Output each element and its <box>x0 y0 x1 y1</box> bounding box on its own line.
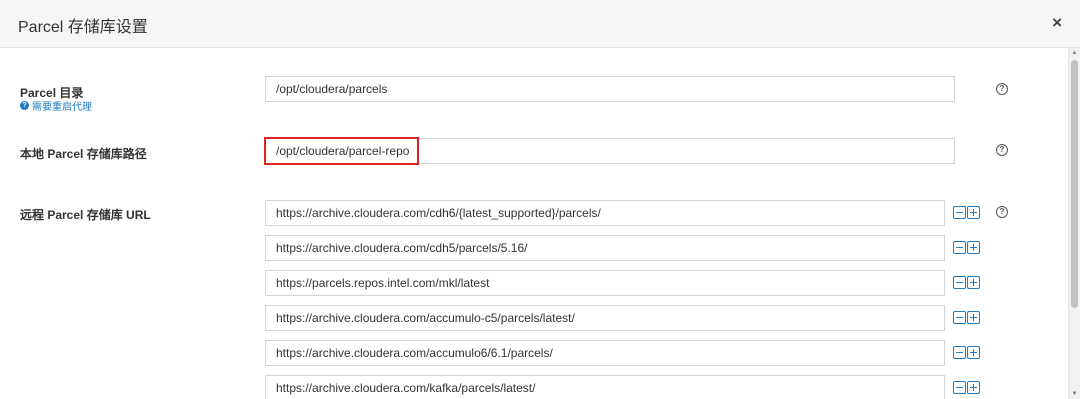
scroll-up-arrow-icon[interactable]: ▲ <box>1069 48 1080 58</box>
remove-url-icon[interactable] <box>953 241 966 254</box>
add-url-icon[interactable] <box>967 311 980 324</box>
close-icon[interactable]: × <box>1052 13 1062 33</box>
add-url-icon[interactable] <box>967 276 980 289</box>
url-row-controls <box>953 241 980 254</box>
restart-required-note[interactable]: ? 需要重启代理 <box>20 98 92 113</box>
parcel-repo-settings-dialog: Parcel 存储库设置 × Parcel 目录 ? 需要重启代理 /opt/c… <box>0 0 1080 399</box>
add-url-icon[interactable] <box>967 381 980 394</box>
vertical-scrollbar[interactable]: ▲ ▼ <box>1068 48 1080 399</box>
scrollbar-thumb[interactable] <box>1071 60 1078 308</box>
help-icon[interactable]: ? <box>996 83 1008 95</box>
remote-url-input[interactable]: https://parcels.repos.intel.com/mkl/late… <box>265 270 945 296</box>
url-row-controls <box>953 206 980 219</box>
local-repo-label: 本地 Parcel 存储库路径 <box>20 147 147 161</box>
remote-url-input[interactable]: https://archive.cloudera.com/cdh6/{lates… <box>265 200 945 226</box>
remote-url-input[interactable]: https://archive.cloudera.com/accumulo-c5… <box>265 305 945 331</box>
remove-url-icon[interactable] <box>953 381 966 394</box>
add-url-icon[interactable] <box>967 241 980 254</box>
question-circle-icon: ? <box>20 101 29 110</box>
remote-repo-label: 远程 Parcel 存储库 URL <box>20 208 151 222</box>
remote-url-input[interactable]: https://archive.cloudera.com/accumulo6/6… <box>265 340 945 366</box>
remote-url-input[interactable]: https://archive.cloudera.com/cdh5/parcel… <box>265 235 945 261</box>
dialog-header: Parcel 存储库设置 × <box>0 0 1080 48</box>
dialog-title: Parcel 存储库设置 <box>18 19 148 36</box>
help-icon[interactable]: ? <box>996 206 1008 218</box>
remove-url-icon[interactable] <box>953 311 966 324</box>
add-url-icon[interactable] <box>967 346 980 359</box>
add-url-icon[interactable] <box>967 206 980 219</box>
scroll-down-arrow-icon[interactable]: ▼ <box>1069 389 1080 399</box>
remove-url-icon[interactable] <box>953 346 966 359</box>
remove-url-icon[interactable] <box>953 276 966 289</box>
url-row-controls <box>953 381 980 394</box>
restart-note-text: 需要重启代理 <box>32 102 92 113</box>
help-icon[interactable]: ? <box>996 144 1008 156</box>
parcel-dir-input[interactable]: /opt/cloudera/parcels <box>265 76 955 102</box>
remote-url-input[interactable]: https://archive.cloudera.com/kafka/parce… <box>265 375 945 399</box>
remove-url-icon[interactable] <box>953 206 966 219</box>
url-row-controls <box>953 276 980 289</box>
url-row-controls <box>953 311 980 324</box>
local-repo-path-input[interactable]: /opt/cloudera/parcel-repo <box>265 138 955 164</box>
url-row-controls <box>953 346 980 359</box>
